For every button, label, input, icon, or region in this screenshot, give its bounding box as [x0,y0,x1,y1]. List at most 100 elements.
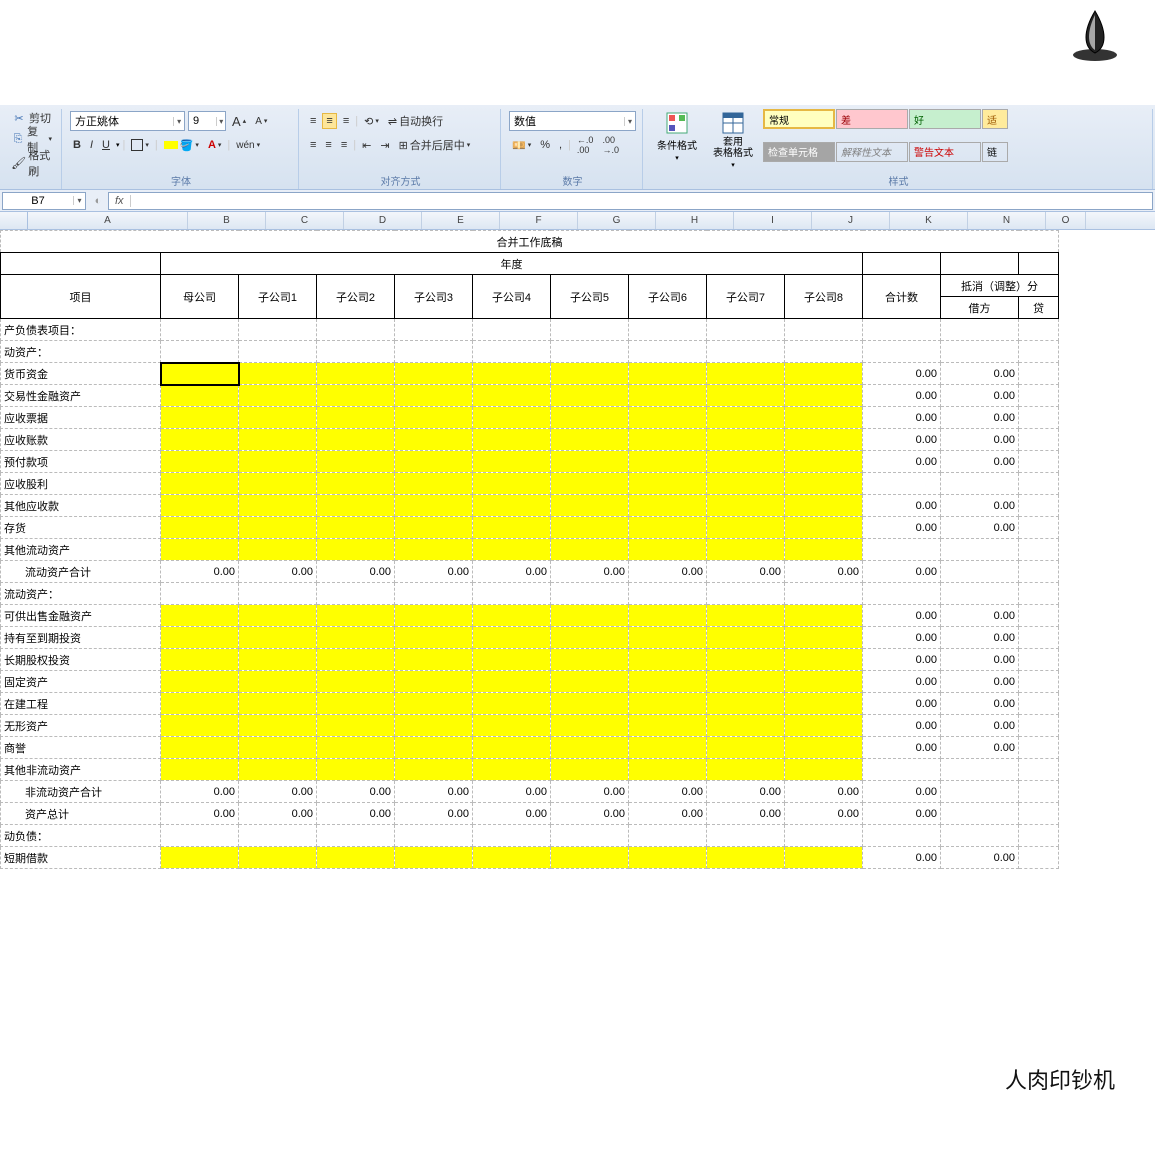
cell[interactable] [551,429,629,451]
cell[interactable] [785,495,863,517]
cell[interactable]: 0.00 [629,561,707,583]
cell[interactable] [1019,649,1059,671]
cell[interactable] [395,385,473,407]
cell[interactable]: 应收股利 [1,473,161,495]
cell[interactable] [941,759,1019,781]
cell[interactable] [473,363,551,385]
fill-color-button[interactable]: 🪣▾ [161,138,202,153]
cell[interactable]: 应收票据 [1,407,161,429]
cell[interactable] [707,363,785,385]
cell[interactable] [863,253,941,275]
cell[interactable] [395,429,473,451]
cell[interactable] [863,825,941,847]
cell[interactable] [863,583,941,605]
cell[interactable]: 0.00 [551,781,629,803]
cell[interactable] [629,539,707,561]
cell[interactable] [707,385,785,407]
cell[interactable]: 0.00 [473,781,551,803]
cell[interactable] [395,737,473,759]
cell[interactable] [941,561,1019,583]
cell[interactable] [161,517,239,539]
currency-button[interactable]: 💴▾ [509,138,534,153]
cell[interactable] [785,649,863,671]
cell[interactable]: 0.00 [395,781,473,803]
border-button[interactable]: ▾ [128,138,152,152]
cell[interactable] [239,407,317,429]
cell[interactable]: 0.00 [473,561,551,583]
select-all-corner[interactable] [0,212,28,229]
cell[interactable] [941,583,1019,605]
cell[interactable] [239,605,317,627]
cell[interactable] [1019,561,1059,583]
cell[interactable] [707,759,785,781]
cell[interactable]: 商誉 [1,737,161,759]
cell[interactable] [317,671,395,693]
cell[interactable] [161,627,239,649]
underline-button[interactable]: U [99,138,113,152]
cell[interactable] [941,253,1019,275]
cell[interactable]: 0.00 [317,561,395,583]
cell[interactable] [317,605,395,627]
cell[interactable] [785,671,863,693]
cell[interactable] [161,737,239,759]
font-color-button[interactable]: A▾ [205,138,224,152]
cell[interactable]: 0.00 [707,803,785,825]
column-header[interactable]: F [500,212,578,229]
cell[interactable] [785,539,863,561]
cell[interactable]: 子公司8 [785,275,863,319]
bold-button[interactable]: B [70,138,84,152]
cell[interactable]: 0.00 [239,781,317,803]
cell[interactable]: 合并工作底稿 [1,231,1059,253]
align-right-button[interactable]: ≡ [338,138,350,152]
cell[interactable]: 贷 [1019,297,1059,319]
cell[interactable]: 0.00 [863,429,941,451]
cell[interactable] [239,715,317,737]
decrease-decimal-button[interactable]: .00→.0 [599,134,622,156]
cell[interactable]: 其他非流动资产 [1,759,161,781]
cell[interactable] [785,407,863,429]
cell[interactable] [395,495,473,517]
cell[interactable] [473,583,551,605]
cell[interactable]: 0.00 [161,561,239,583]
cell[interactable]: 存货 [1,517,161,539]
cell[interactable] [239,737,317,759]
cell[interactable] [1019,825,1059,847]
cell[interactable]: 流动资产： [1,583,161,605]
cell[interactable] [1019,781,1059,803]
cell[interactable] [629,363,707,385]
cell[interactable] [707,341,785,363]
cell[interactable] [785,847,863,869]
cell[interactable]: 短期借款 [1,847,161,869]
cell[interactable]: 0.00 [941,715,1019,737]
cell[interactable] [317,759,395,781]
cell[interactable] [161,715,239,737]
cell[interactable] [473,737,551,759]
cell[interactable] [707,671,785,693]
align-center-button[interactable]: ≡ [322,138,334,152]
cell[interactable] [161,847,239,869]
column-header[interactable]: G [578,212,656,229]
cell[interactable] [473,385,551,407]
cell[interactable] [317,715,395,737]
cell[interactable] [785,825,863,847]
cell[interactable] [473,847,551,869]
cell[interactable]: 其他应收款 [1,495,161,517]
cell[interactable] [863,319,941,341]
cell[interactable] [707,825,785,847]
cell[interactable] [161,495,239,517]
cell[interactable] [629,583,707,605]
cell[interactable] [629,517,707,539]
cell[interactable] [1019,495,1059,517]
cell[interactable] [473,341,551,363]
cell[interactable] [785,737,863,759]
cell[interactable] [473,715,551,737]
align-top-button[interactable]: ≡ [307,114,319,128]
cell[interactable] [317,319,395,341]
expand-icon[interactable]: ◐ [88,195,108,207]
cell[interactable] [1019,473,1059,495]
cell[interactable] [1019,253,1059,275]
cell[interactable] [317,627,395,649]
cell[interactable]: 合计数 [863,275,941,319]
cell[interactable]: 固定资产 [1,671,161,693]
cell[interactable]: 应收账款 [1,429,161,451]
